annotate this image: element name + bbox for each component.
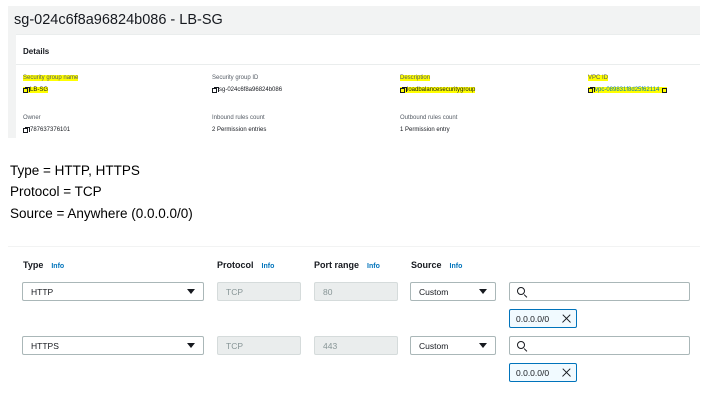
- close-icon[interactable]: [561, 313, 572, 324]
- rule-port-range-field: 443: [314, 336, 398, 355]
- field-owner: Owner 787637376101: [23, 115, 70, 133]
- external-link-icon[interactable]: [662, 87, 668, 93]
- field-outbound-rules: Outbound rules count 1 Permission entry: [400, 115, 457, 133]
- rule-port-range-field: 80: [314, 282, 398, 301]
- info-link[interactable]: Info: [51, 263, 64, 270]
- info-link[interactable]: Info: [450, 263, 463, 270]
- cidr-search-input[interactable]: [509, 282, 690, 301]
- rule-protocol-field: TCP: [217, 282, 301, 301]
- rule-source-select[interactable]: Custom: [410, 336, 496, 355]
- search-icon: [517, 341, 525, 349]
- security-group-name-label: Security group name: [23, 75, 79, 81]
- vpc-id-label: VPC ID: [588, 75, 609, 81]
- copy-icon[interactable]: [400, 86, 407, 93]
- security-group-id-label: Security group ID: [212, 75, 259, 81]
- cidr-token: 0.0.0.0/0: [509, 309, 577, 328]
- copy-icon[interactable]: [212, 86, 219, 93]
- vpc-id-link[interactable]: vpc-089831f8d25f62114: [595, 87, 659, 93]
- caret-down-icon: [187, 343, 195, 348]
- note-source: Source = Anywhere (0.0.0.0/0): [10, 206, 193, 221]
- outbound-rules-value: 1 Permission entry: [400, 127, 450, 133]
- copy-icon[interactable]: [23, 86, 30, 93]
- info-link[interactable]: Info: [367, 263, 380, 270]
- field-inbound-rules: Inbound rules count 2 Permission entries: [212, 115, 266, 133]
- inbound-rules-label: Inbound rules count: [212, 115, 265, 121]
- inbound-rules-value: 2 Permission entries: [212, 127, 267, 133]
- inbound-rules-editor: Type Info Protocol Info Port range Info Sou…: [8, 246, 700, 396]
- security-group-name-value: LB-SG: [30, 87, 49, 93]
- rule-protocol-field: TCP: [217, 336, 301, 355]
- divider: [16, 64, 700, 65]
- page-title: sg-024c6f8a96824b086 - LB-SG: [14, 12, 223, 28]
- column-header-port-range: Port range Info: [314, 260, 380, 270]
- description-label: Description: [400, 75, 431, 81]
- rule-type-select[interactable]: HTTPS: [22, 336, 204, 355]
- caret-down-icon: [187, 289, 195, 294]
- rule-type-select[interactable]: HTTP: [22, 282, 204, 301]
- owner-value: 787637376101: [30, 127, 71, 133]
- column-header-type: Type Info: [23, 260, 65, 270]
- info-link[interactable]: Info: [262, 263, 275, 270]
- search-icon: [517, 287, 525, 295]
- caret-down-icon: [479, 343, 487, 348]
- owner-label: Owner: [23, 115, 41, 121]
- details-card: Details Security group name LB-SG Securi…: [16, 34, 700, 138]
- field-security-group-name: Security group name LB-SG: [23, 75, 79, 93]
- column-header-protocol: Protocol Info: [217, 260, 275, 270]
- security-group-panel: sg-024c6f8a96824b086 - LB-SG Details Sec…: [8, 6, 700, 138]
- caret-down-icon: [479, 289, 487, 294]
- copy-icon[interactable]: [588, 86, 595, 93]
- description-value: loadbalancesecuritygroup: [407, 87, 476, 93]
- field-security-group-id: Security group ID sg-024c6f8a96824b086: [212, 75, 282, 93]
- details-heading: Details: [23, 47, 50, 56]
- note-protocol: Protocol = TCP: [10, 184, 102, 199]
- security-group-id-value: sg-024c6f8a96824b086: [219, 87, 283, 93]
- cidr-search-input[interactable]: [509, 336, 690, 355]
- close-icon[interactable]: [561, 367, 572, 378]
- column-header-source: Source Info: [411, 260, 463, 270]
- field-description: Description loadbalancesecuritygroup: [400, 75, 476, 93]
- cidr-token: 0.0.0.0/0: [509, 363, 577, 382]
- note-type: Type = HTTP, HTTPS: [10, 163, 140, 178]
- outbound-rules-label: Outbound rules count: [400, 115, 458, 121]
- field-vpc-id: VPC ID vpc-089831f8d25f62114: [588, 75, 668, 93]
- copy-icon[interactable]: [23, 126, 30, 133]
- rule-source-select[interactable]: Custom: [410, 282, 496, 301]
